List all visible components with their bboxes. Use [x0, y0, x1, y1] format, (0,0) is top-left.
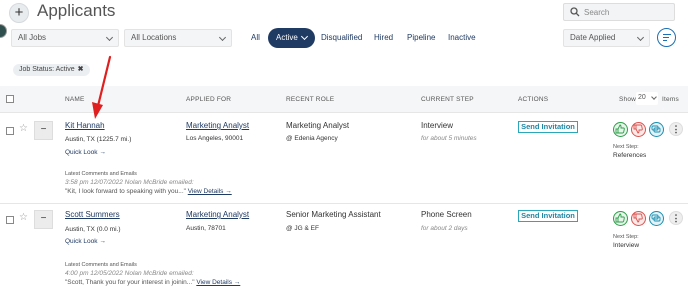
star-icon[interactable]: ☆ — [19, 123, 28, 134]
job-location: Los Angeles, 90001 — [186, 135, 244, 142]
quick-look-link[interactable]: Quick Look → — [65, 238, 106, 245]
step-duration: for about 5 minutes — [421, 135, 477, 142]
tab-active-label: Active — [276, 33, 298, 42]
thumbs-down-icon — [633, 124, 643, 134]
comment-text-body: "Scott, Thank you for your interest in j… — [65, 279, 195, 286]
collapse-button[interactable]: − — [34, 121, 53, 140]
table-row: ☆ − Kit Hannah Austin, TX (1225.7 mi.) Q… — [0, 113, 688, 204]
row-checkbox[interactable] — [6, 127, 14, 135]
page-title: Applicants — [37, 1, 116, 20]
jobs-filter-select[interactable]: All Jobs — [11, 29, 119, 47]
filter-bar: All Jobs All Locations All Active Disqua… — [0, 28, 688, 50]
next-step-value: Interview — [613, 242, 640, 249]
recent-role: Senior Marketing Assistant — [286, 210, 381, 219]
applicant-location: Austin, TX (0.0 mi.) — [65, 226, 121, 233]
comments-label: Latest Comments and Emails — [65, 171, 137, 177]
sort-select[interactable]: Date Applied — [563, 29, 650, 47]
jobs-filter-value: All Jobs — [18, 33, 47, 42]
thumbs-down-button[interactable] — [631, 211, 646, 226]
column-header-name[interactable]: NAME — [65, 96, 85, 103]
tab-hired[interactable]: Hired — [374, 33, 393, 42]
table-header: NAME APPLIED FOR RECENT ROLE CURRENT STE… — [0, 86, 688, 113]
recent-company: @ Edenia Agency — [286, 135, 338, 142]
column-header-recent-role[interactable]: RECENT ROLE — [286, 96, 334, 103]
message-button[interactable] — [649, 122, 664, 137]
message-button[interactable] — [649, 211, 664, 226]
row-checkbox[interactable] — [6, 216, 14, 224]
table-row: ☆ − Scott Summers Austin, TX (0.0 mi.) Q… — [0, 204, 688, 294]
current-step: Phone Screen — [421, 210, 472, 219]
comment-text-body: "Kit, I look forward to speaking with yo… — [65, 188, 186, 195]
sort-value: Date Applied — [570, 33, 616, 42]
comments-label: Latest Comments and Emails — [65, 262, 137, 268]
show-label: Show — [619, 96, 637, 103]
current-step: Interview — [421, 121, 454, 130]
chevron-down-icon — [636, 33, 645, 42]
recent-role: Marketing Analyst — [286, 121, 350, 130]
thumbs-up-button[interactable] — [613, 122, 628, 137]
thumbs-up-button[interactable] — [613, 211, 628, 226]
chevron-down-icon — [218, 33, 227, 42]
applied-job-link[interactable]: Marketing Analyst — [186, 121, 249, 130]
comment-text: "Kit, I look forward to speaking with yo… — [65, 188, 232, 195]
chevron-down-icon — [105, 33, 114, 42]
sort-options-icon[interactable] — [657, 28, 676, 47]
tab-disqualified[interactable]: Disqualified — [321, 33, 362, 42]
top-bar: + Applicants Search — [0, 0, 688, 28]
chevron-down-icon — [651, 94, 657, 100]
column-header-applied-for[interactable]: APPLIED FOR — [186, 96, 231, 103]
column-header-actions: ACTIONS — [518, 96, 549, 103]
send-invitation-button[interactable]: Send Invitation — [518, 121, 578, 133]
star-icon[interactable]: ☆ — [19, 212, 28, 223]
applicant-name[interactable]: Kit Hannah — [65, 121, 105, 130]
close-icon[interactable]: ✖ — [78, 66, 84, 73]
comment-meta: 3:58 pm 12/07/2022 Nolan McBride emailed… — [65, 179, 194, 186]
applicant-name[interactable]: Scott Summers — [65, 210, 120, 219]
applicant-location: Austin, TX (1225.7 mi.) — [65, 136, 132, 143]
job-location: Austin, 78701 — [186, 225, 226, 232]
locations-filter-select[interactable]: All Locations — [124, 29, 232, 47]
quick-look-link[interactable]: Quick Look → — [65, 149, 106, 156]
tab-inactive[interactable]: Inactive — [448, 33, 476, 42]
chip-label: Job Status: Active — [19, 66, 75, 73]
applied-job-link[interactable]: Marketing Analyst — [186, 210, 249, 219]
send-invitation-button[interactable]: Send Invitation — [518, 210, 578, 222]
items-label: Items — [662, 96, 679, 103]
message-icon — [651, 125, 661, 133]
view-details-link[interactable]: View Details → — [188, 188, 232, 195]
next-step-value: References — [613, 152, 647, 159]
message-icon — [651, 214, 661, 222]
comment-text: "Scott, Thank you for your interest in j… — [65, 279, 240, 286]
view-details-link[interactable]: View Details → — [196, 279, 240, 286]
page-size-value: 20 — [638, 94, 646, 101]
chevron-down-icon — [300, 32, 309, 41]
add-applicant-button[interactable]: + — [9, 3, 29, 23]
comment-meta: 4:00 pm 12/05/2022 Nolan McBride emailed… — [65, 270, 194, 277]
select-all-checkbox[interactable] — [6, 95, 14, 103]
tab-active[interactable]: Active — [268, 28, 315, 48]
thumbs-down-icon — [633, 213, 643, 223]
more-vertical-icon[interactable]: ⋮ — [669, 211, 683, 225]
search-placeholder: Search — [584, 8, 610, 17]
recent-company: @ JG & EF — [286, 225, 319, 232]
tab-pipeline[interactable]: Pipeline — [407, 33, 435, 42]
thumbs-up-icon — [615, 213, 625, 223]
next-step-label: Next Step: — [613, 144, 639, 150]
next-step-label: Next Step: — [613, 234, 639, 240]
column-header-current-step[interactable]: CURRENT STEP — [421, 96, 474, 103]
more-vertical-icon[interactable]: ⋮ — [669, 122, 683, 136]
page-size-select[interactable]: 20 — [636, 92, 658, 105]
search-icon — [570, 7, 580, 17]
collapse-button[interactable]: − — [34, 210, 53, 229]
step-duration: for about 2 days — [421, 225, 468, 232]
search-input[interactable]: Search — [563, 3, 675, 21]
status-filter-chip[interactable]: Job Status: Active ✖ — [13, 64, 90, 76]
tab-all[interactable]: All — [251, 33, 260, 42]
locations-filter-value: All Locations — [131, 33, 177, 42]
thumbs-up-icon — [615, 124, 625, 134]
thumbs-down-button[interactable] — [631, 122, 646, 137]
